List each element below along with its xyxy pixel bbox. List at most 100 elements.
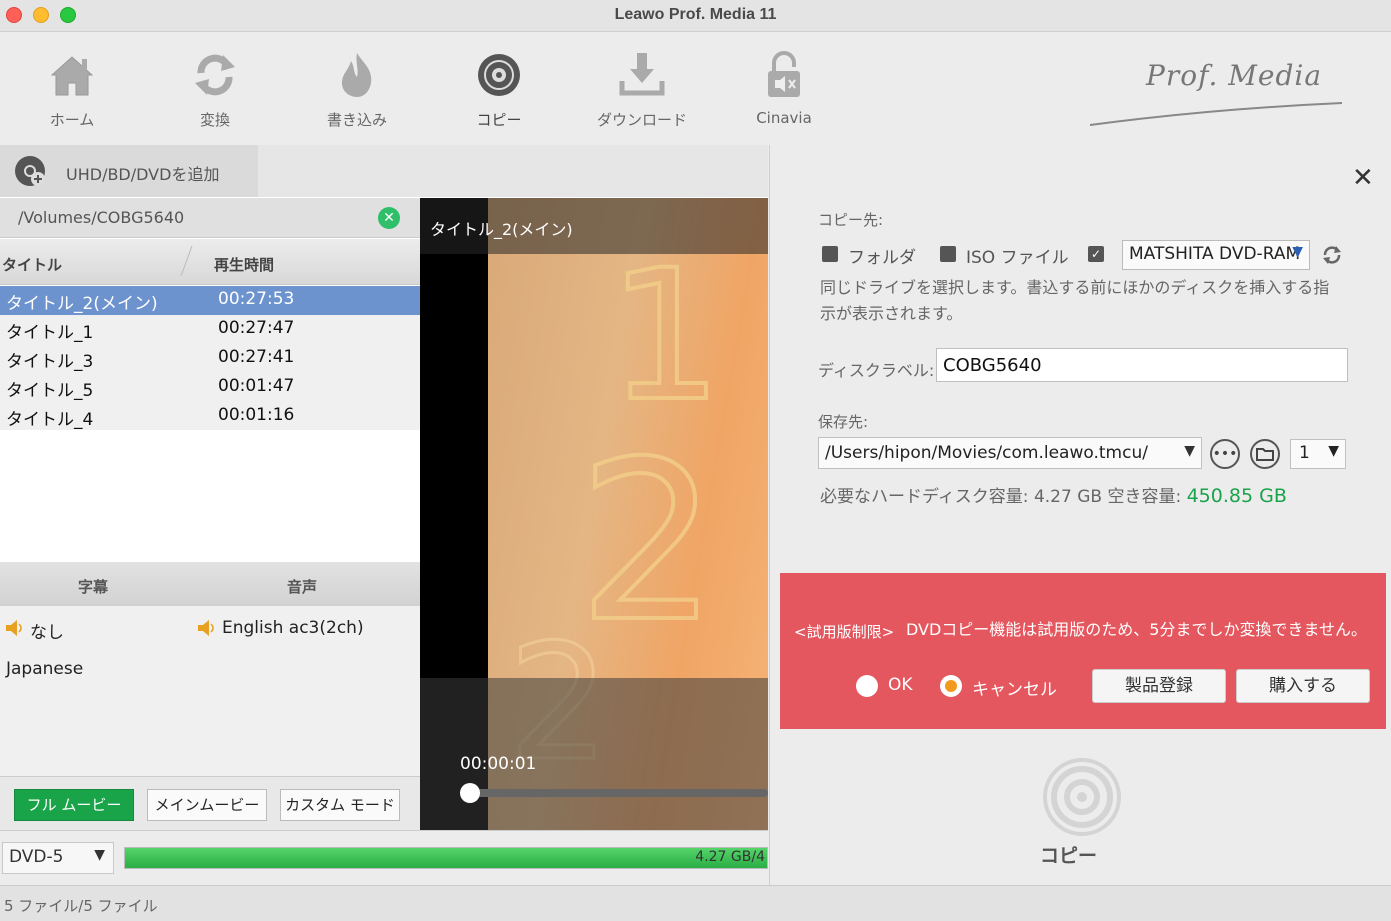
- source-path-bar: /Volumes/COBG5640 ✕: [0, 198, 420, 238]
- toolbar-cinavia-button[interactable]: Cinavia: [724, 33, 844, 145]
- add-disc-label: UHD/BD/DVDを追加: [66, 165, 220, 184]
- cancel-radio[interactable]: [940, 675, 962, 697]
- ok-radio[interactable]: [856, 675, 878, 697]
- required-space-label: 必要なハードディスク容量:: [820, 487, 1029, 507]
- subtitle-option[interactable]: なし: [30, 618, 64, 643]
- drive-value: MATSHITA DVD-RAM: [1129, 244, 1301, 264]
- main-movie-button[interactable]: メインムービー: [147, 789, 267, 821]
- ellipsis-icon: •••: [1212, 446, 1238, 462]
- open-folder-button[interactable]: [1250, 439, 1280, 469]
- copies-value: 1: [1299, 443, 1310, 463]
- toolbar-copy-button[interactable]: コピー: [439, 33, 559, 145]
- close-panel-button[interactable]: ✕: [1352, 163, 1374, 193]
- toolbar-burn-button[interactable]: 書き込み: [297, 33, 417, 145]
- speaker-icon: [6, 620, 22, 636]
- full-movie-button[interactable]: フル ムービー: [14, 789, 134, 821]
- subtitle-header: 字幕: [78, 578, 109, 596]
- title-row[interactable]: タイトル_5 00:01:47: [0, 373, 420, 402]
- folder-checkbox[interactable]: [822, 246, 838, 262]
- title-name: タイトル_3: [6, 352, 94, 372]
- disc-capacity-fill: [125, 848, 767, 868]
- copy-mode-bar: フル ムービー メインムービー カスタム モード: [0, 776, 420, 830]
- video-title-bar: タイトル_2(メイン): [420, 198, 768, 254]
- copy-start-icon[interactable]: [1042, 757, 1122, 837]
- drive-hint-text: 同じドライブを選択します。書込する前にほかのディスクを挿入する指示が表示されます…: [820, 278, 1330, 323]
- drive-checkbox[interactable]: ✓: [1088, 246, 1104, 262]
- disc-label-input[interactable]: [936, 348, 1348, 382]
- disc-capacity-text: 4.27 GB/4: [695, 849, 765, 865]
- disc-size-bar: DVD-5 ▼ 4.27 GB/4: [0, 830, 768, 885]
- toolbar-home-label: ホーム: [49, 111, 95, 129]
- save-path-select[interactable]: /Users/hipon/Movies/com.leawo.tmcu/ ▼: [818, 437, 1202, 469]
- toolbar-home-button[interactable]: ホーム: [12, 33, 132, 145]
- toolbar-download-label: ダウンロード: [596, 111, 687, 129]
- seek-track[interactable]: [470, 789, 768, 797]
- custom-mode-button[interactable]: カスタム モード: [280, 789, 400, 821]
- free-space-label: 空き容量:: [1107, 487, 1182, 507]
- disc-capacity-bar: 4.27 GB/4: [124, 847, 768, 869]
- audio-track-option[interactable]: English ac3(2ch): [222, 618, 364, 638]
- copy-start-label[interactable]: コピー: [1040, 841, 1097, 868]
- download-icon: [619, 53, 665, 96]
- brand-logo: Prof. Media: [1090, 53, 1350, 133]
- title-duration: 00:27:53: [218, 289, 295, 309]
- disc-label-label: ディスクラベル:: [818, 361, 935, 380]
- add-bar: UHD/BD/DVDを追加: [0, 145, 768, 197]
- column-divider: [180, 245, 193, 277]
- burn-icon: [341, 53, 372, 97]
- svg-text:1: 1: [608, 232, 723, 441]
- copies-select[interactable]: 1 ▼: [1290, 439, 1346, 469]
- ok-radio-label: OK: [888, 675, 913, 695]
- source-path: /Volumes/COBG5640: [18, 208, 185, 227]
- buy-button[interactable]: 購入する: [1236, 669, 1370, 703]
- folder-option-label: フォルダ: [848, 248, 916, 268]
- copy-to-label: コピー先:: [818, 211, 884, 229]
- chevron-down-icon: ▼: [94, 847, 105, 863]
- video-title: タイトル_2(メイン): [430, 220, 573, 239]
- toolbar-burn-label: 書き込み: [326, 111, 387, 129]
- remove-source-button[interactable]: ✕: [378, 207, 400, 229]
- left-panel: UHD/BD/DVDを追加 /Volumes/COBG5640 ✕ タイトル 再…: [0, 145, 768, 885]
- title-name: タイトル_5: [6, 381, 94, 401]
- more-options-button[interactable]: •••: [1210, 439, 1240, 469]
- playback-time: 00:00:01: [460, 754, 537, 774]
- add-disc-button[interactable]: UHD/BD/DVDを追加: [0, 145, 258, 197]
- chevron-down-icon: ▼: [1292, 244, 1303, 260]
- register-button[interactable]: 製品登録: [1092, 669, 1226, 703]
- track-header: 字幕 音声: [0, 562, 420, 606]
- title-row[interactable]: タイトル_1 00:27:47: [0, 315, 420, 344]
- disc-type-select[interactable]: DVD-5 ▼: [2, 842, 114, 874]
- status-bar: 5 ファイル/5 ファイル: [0, 885, 1391, 921]
- title-list-header: タイトル 再生時間: [0, 239, 420, 285]
- toolbar-convert-button[interactable]: 変換: [155, 33, 275, 145]
- save-path-value: /Users/hipon/Movies/com.leawo.tmcu/: [825, 443, 1148, 463]
- video-preview[interactable]: 1 2 2 タイトル_2(メイン) 00:00:01: [420, 198, 768, 830]
- seek-handle[interactable]: [460, 783, 480, 803]
- trial-limit-notice: <試用版制限> DVDコピー機能は試用版のため、5分までしか変換できません。 O…: [780, 573, 1386, 729]
- drive-select[interactable]: MATSHITA DVD-RAM ▼: [1122, 240, 1310, 270]
- free-space-value: 450.85 GB: [1186, 485, 1287, 507]
- cancel-radio-label: キャンセル: [972, 680, 1057, 700]
- title-list: タイトル_2(メイン) 00:27:53 タイトル_1 00:27:47 タイト…: [0, 286, 420, 431]
- chevron-down-icon: ▼: [1184, 443, 1195, 459]
- col-title-header[interactable]: タイトル: [2, 254, 62, 275]
- track-area: なし Japanese English ac3(2ch): [0, 606, 420, 776]
- iso-checkbox[interactable]: [940, 246, 956, 262]
- title-duration: 00:01:47: [218, 376, 295, 396]
- title-row[interactable]: タイトル_2(メイン) 00:27:53: [0, 286, 420, 315]
- iso-option-label: ISO ファイル: [966, 248, 1069, 268]
- title-row[interactable]: タイトル_4 00:01:16: [0, 402, 420, 431]
- title-row[interactable]: タイトル_3 00:27:41: [0, 344, 420, 373]
- brand-swoosh: [1090, 102, 1343, 126]
- file-count-status: 5 ファイル/5 ファイル: [4, 897, 158, 915]
- refresh-icon[interactable]: [1320, 243, 1344, 267]
- toolbar-copy-label: コピー: [476, 111, 522, 129]
- copy-settings-panel: ✕ コピー先: フォルダ ISO ファイル ✓ MATSHITA DVD-RAM…: [769, 145, 1391, 885]
- main-toolbar: ホーム 変換 書き込み コピー ダウンロード Cinavia Prof. Med…: [0, 33, 1391, 145]
- col-duration-header[interactable]: 再生時間: [214, 254, 274, 275]
- required-space-value: 4.27 GB: [1033, 487, 1103, 507]
- subtitle-option[interactable]: Japanese: [6, 659, 83, 679]
- toolbar-download-button[interactable]: ダウンロード: [582, 33, 702, 145]
- title-duration: 00:27:47: [218, 318, 295, 338]
- speaker-icon: [198, 620, 214, 636]
